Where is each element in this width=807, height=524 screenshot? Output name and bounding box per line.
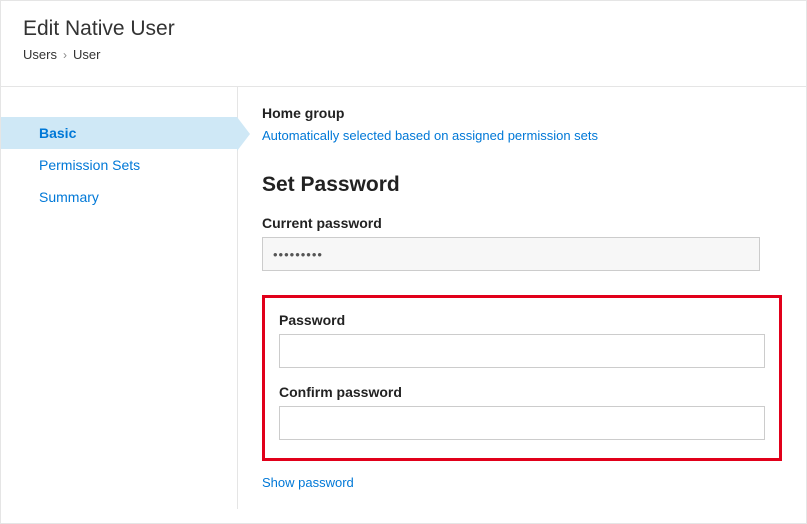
sidebar-item-summary[interactable]: Summary bbox=[1, 181, 237, 213]
current-password-label: Current password bbox=[262, 215, 782, 231]
password-label: Password bbox=[279, 312, 765, 328]
chevron-right-icon: › bbox=[63, 48, 67, 62]
sidebar-item-basic[interactable]: Basic bbox=[1, 117, 237, 149]
show-password-link[interactable]: Show password bbox=[262, 475, 354, 490]
breadcrumb: Users › User bbox=[23, 47, 784, 62]
password-highlight-box: Password Confirm password bbox=[262, 295, 782, 461]
confirm-password-field[interactable] bbox=[279, 406, 765, 440]
sidebar: Basic Permission Sets Summary bbox=[1, 87, 238, 509]
breadcrumb-current: User bbox=[73, 47, 100, 62]
home-group-label: Home group bbox=[262, 105, 782, 121]
sidebar-item-permission-sets[interactable]: Permission Sets bbox=[1, 149, 237, 181]
set-password-title: Set Password bbox=[262, 173, 782, 197]
password-field[interactable] bbox=[279, 334, 765, 368]
content-panel: Home group Automatically selected based … bbox=[238, 87, 806, 509]
confirm-password-label: Confirm password bbox=[279, 384, 765, 400]
current-password-field[interactable] bbox=[262, 237, 760, 271]
home-group-hint-link[interactable]: Automatically selected based on assigned… bbox=[262, 128, 598, 143]
page-title: Edit Native User bbox=[23, 17, 784, 41]
breadcrumb-root[interactable]: Users bbox=[23, 47, 57, 62]
